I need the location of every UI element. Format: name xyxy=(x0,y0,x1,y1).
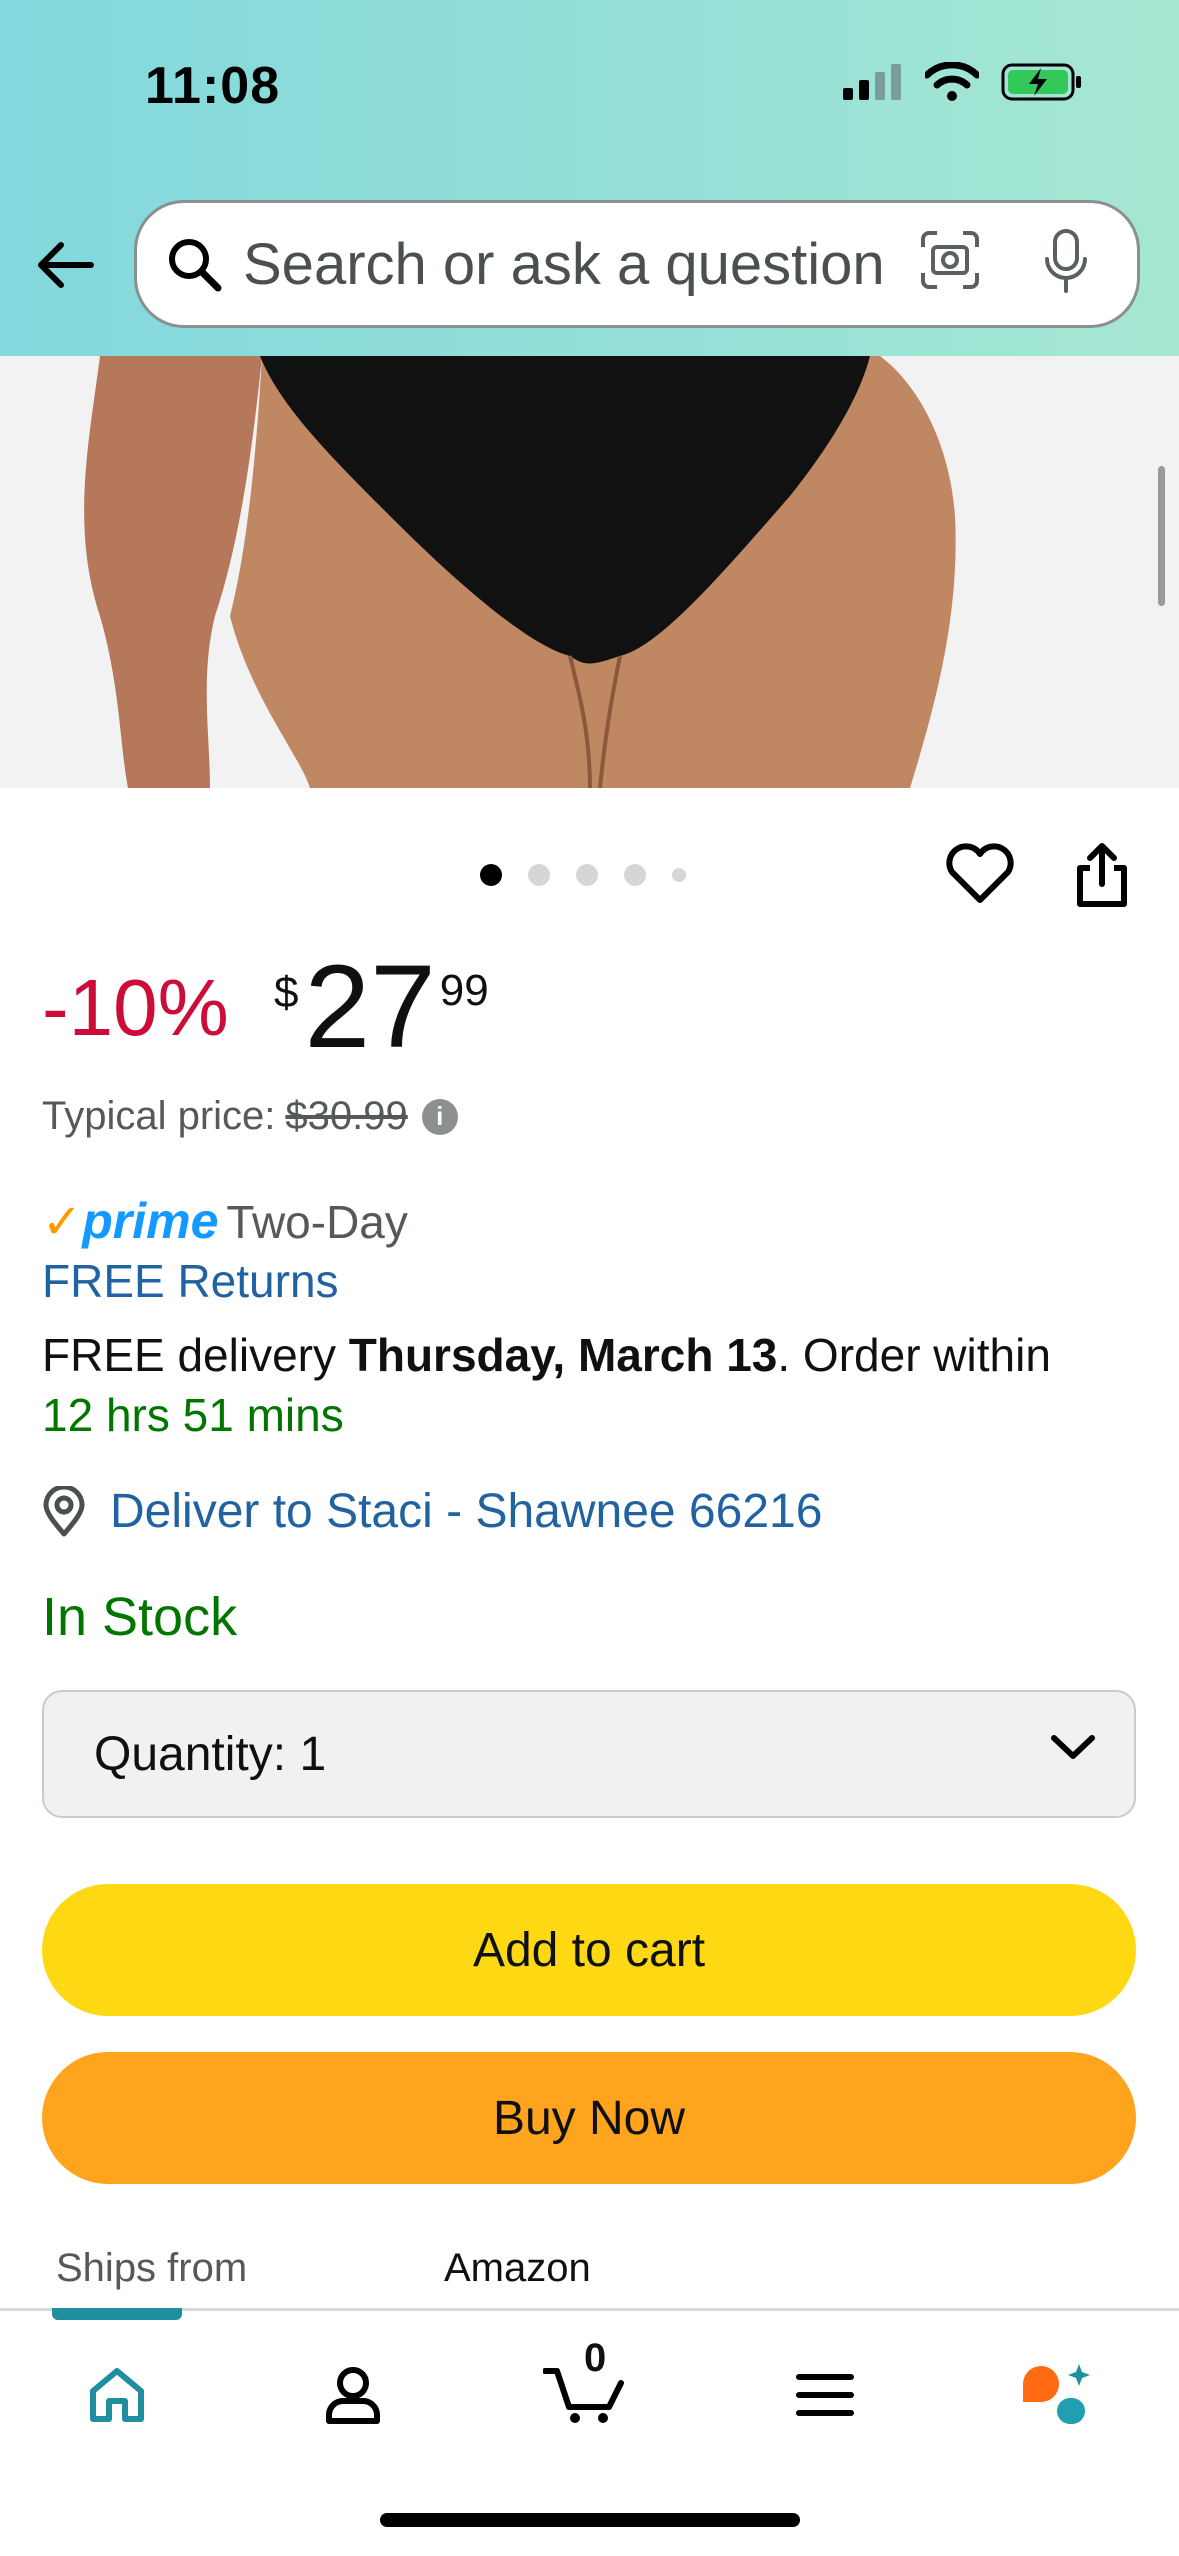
home-indicator xyxy=(380,2513,800,2527)
quantity-label: Quantity: 1 xyxy=(94,1727,327,1781)
person-icon xyxy=(326,2367,380,2424)
search-bar[interactable]: Search or ask a question xyxy=(134,200,1140,328)
price-currency: $ xyxy=(274,968,299,1017)
buy-now-button[interactable]: Buy Now xyxy=(42,2052,1136,2184)
prime-label: Two-Day xyxy=(226,1196,408,1248)
battery-charging-icon xyxy=(1001,63,1081,101)
search-icon xyxy=(161,231,227,297)
camera-scan-icon[interactable] xyxy=(919,229,981,291)
home-icon xyxy=(90,2368,144,2422)
free-returns-link[interactable]: FREE Returns xyxy=(42,1254,339,1308)
back-button[interactable] xyxy=(30,230,100,300)
product-image[interactable] xyxy=(0,356,1179,788)
carousel-dot[interactable] xyxy=(672,868,686,882)
delivery-countdown: 12 hrs 51 mins xyxy=(42,1389,344,1441)
price-fraction: 99 xyxy=(439,966,489,1015)
tab-account[interactable] xyxy=(308,2350,398,2440)
add-to-cart-button[interactable]: Add to cart xyxy=(42,1884,1136,2016)
header-bar: 11:08 Search or ask a question xyxy=(0,0,1179,356)
wifi-icon xyxy=(925,62,979,101)
ships-from-label: Ships from xyxy=(56,2246,248,2290)
chevron-down-icon xyxy=(1051,1735,1095,1759)
status-time: 11:08 xyxy=(145,57,281,115)
active-tab-indicator xyxy=(52,2308,182,2320)
info-icon[interactable]: i xyxy=(421,1098,458,1135)
share-icon[interactable] xyxy=(1072,840,1132,910)
back-arrow-icon xyxy=(38,242,94,288)
prime-logo: prime xyxy=(82,1193,219,1249)
search-input[interactable]: Search or ask a question xyxy=(243,231,923,298)
delivery-date: Thursday, March 13 xyxy=(348,1329,778,1381)
delivery-info: FREE delivery Thursday, March 13. Order … xyxy=(42,1328,1051,1382)
carousel-dot[interactable] xyxy=(576,864,598,886)
cart-count-badge: 0 xyxy=(584,2336,607,2380)
stock-status: In Stock xyxy=(42,1587,238,1647)
image-carousel-dots[interactable] xyxy=(480,864,686,886)
location-pin-icon xyxy=(43,1485,85,1536)
tab-rufus-assistant[interactable] xyxy=(1012,2350,1102,2440)
typical-price: Typical price: $30.99 i xyxy=(42,1094,458,1139)
status-icons xyxy=(843,62,1083,102)
quantity-select[interactable]: Quantity: 1 xyxy=(42,1690,1136,1818)
hamburger-menu-icon xyxy=(796,2374,854,2416)
carousel-dot[interactable] xyxy=(528,864,550,886)
ai-assistant-icon xyxy=(1023,2364,1090,2424)
order-within: . Order within xyxy=(777,1329,1051,1381)
heart-icon[interactable] xyxy=(944,842,1016,906)
ships-from-value: Amazon xyxy=(444,2246,591,2290)
tab-home[interactable] xyxy=(72,2350,162,2440)
discount-percent: -10% xyxy=(42,963,229,1052)
typical-price-value: $30.99 xyxy=(285,1094,408,1138)
carousel-dot[interactable] xyxy=(624,864,646,886)
price: $ 27 99 xyxy=(274,948,489,1066)
carousel-dot[interactable] xyxy=(480,864,502,886)
deliver-to-label[interactable]: Deliver to Staci - Shawnee 66216 xyxy=(110,1484,822,1539)
delivery-prefix: FREE delivery xyxy=(42,1329,336,1381)
cellular-signal-icon xyxy=(843,64,901,100)
product-photo xyxy=(0,356,1179,788)
prime-badge: ✓ prime Two-Day xyxy=(42,1192,408,1250)
microphone-icon[interactable] xyxy=(1041,227,1091,297)
tab-menu[interactable] xyxy=(780,2350,870,2440)
price-whole: 27 xyxy=(304,941,436,1073)
prime-check-icon: ✓ xyxy=(42,1196,83,1249)
page-scrollbar[interactable] xyxy=(1158,466,1165,606)
typical-price-label: Typical price: xyxy=(42,1094,276,1138)
deliver-to-link[interactable]: Deliver to Staci - Shawnee 66216 xyxy=(42,1484,822,1539)
